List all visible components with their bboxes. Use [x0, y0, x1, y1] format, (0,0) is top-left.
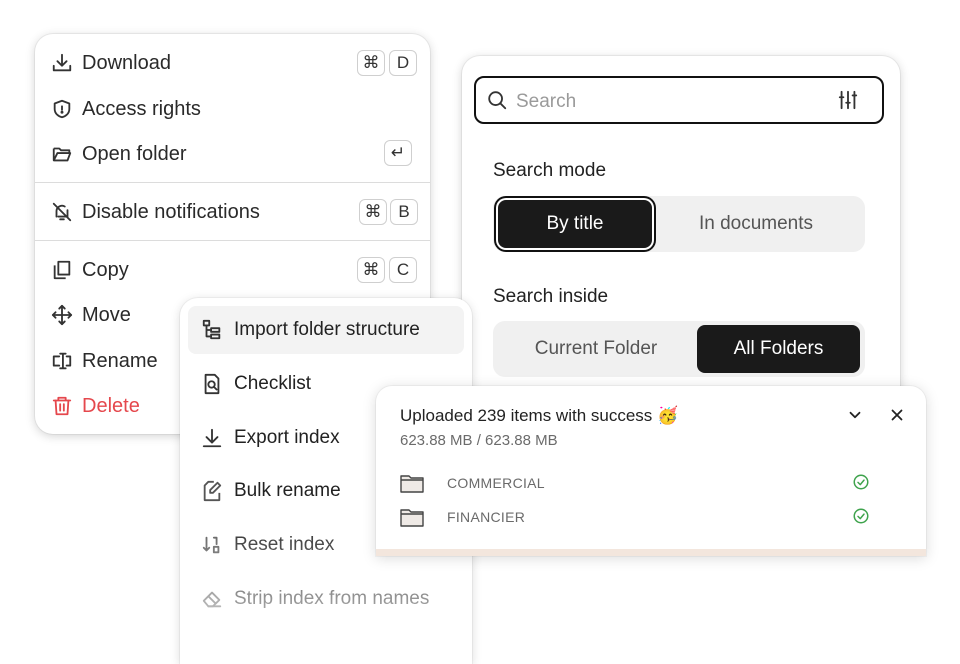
shortcut-enter-key: ↵: [384, 140, 412, 166]
menu-divider: [35, 240, 430, 241]
shortcut-key: D: [389, 50, 417, 76]
menu-divider: [35, 182, 430, 183]
move-icon: [50, 303, 74, 327]
upload-file-row: COMMERCIAL: [400, 469, 870, 499]
menu-item-download[interactable]: Download ⌘ D: [35, 41, 430, 85]
close-icon[interactable]: [888, 406, 906, 424]
inside-all-folders-button[interactable]: All Folders: [697, 325, 860, 373]
menu-item-label: Strip index from names: [234, 588, 430, 609]
mode-by-title-button[interactable]: By title: [498, 200, 652, 248]
menu-item-label: Reset index: [234, 534, 335, 555]
menu-item-label: Delete: [82, 394, 140, 417]
upload-file-name: COMMERCIAL: [447, 475, 545, 491]
eraser-icon: [200, 587, 224, 611]
party-emoji: 🥳: [657, 406, 679, 425]
menu-item-label: Download: [82, 51, 171, 74]
file-edit-icon: [200, 479, 224, 503]
folder-icon: [400, 473, 424, 493]
check-circle-icon: [852, 507, 870, 525]
check-circle-icon: [852, 473, 870, 491]
upload-size: 623.88 MB / 623.88 MB: [400, 432, 558, 449]
shortcut-key: ⌘: [357, 50, 385, 76]
rename-icon: [50, 349, 74, 373]
upload-title-text: Uploaded 239 items with success: [400, 406, 653, 425]
menu-item-label: Bulk rename: [234, 480, 341, 501]
document-search-icon: [200, 372, 224, 396]
folder-open-icon: [50, 142, 74, 166]
download-icon: [50, 51, 74, 75]
copy-icon: [50, 258, 74, 282]
filter-sliders-icon[interactable]: [837, 89, 859, 111]
search-inside-toggle: Current Folder All Folders: [493, 321, 865, 377]
menu-item-label: Export index: [234, 427, 340, 448]
upload-file-name: FINANCIER: [447, 509, 526, 525]
sort-numbers-icon: [200, 533, 224, 557]
trash-icon: [50, 394, 74, 418]
upload-file-row: FINANCIER: [400, 503, 870, 533]
menu-item-access-rights[interactable]: Access rights: [35, 87, 430, 131]
menu-item-open-folder[interactable]: Open folder ↵: [35, 132, 430, 176]
menu-item-label: Checklist: [234, 373, 312, 394]
menu-item-label: Disable notifications: [82, 200, 260, 223]
menu-item-label: Move: [82, 303, 131, 326]
search-panel: Search mode By title In documents Search…: [462, 56, 900, 416]
inside-current-folder-button[interactable]: Current Folder: [501, 325, 691, 373]
upload-toast: Uploaded 239 items with success 🥳 623.88…: [376, 386, 926, 556]
search-box: [474, 76, 884, 124]
search-input[interactable]: [514, 88, 818, 116]
menu-item-disable-notifications[interactable]: Disable notifications ⌘ B: [35, 190, 430, 234]
upload-progress-bar: [376, 549, 926, 556]
menu-item-strip-index[interactable]: Strip index from names: [188, 575, 464, 623]
menu-item-label: Rename: [82, 349, 158, 372]
shortcut-key: ⌘: [359, 199, 387, 225]
upload-title: Uploaded 239 items with success 🥳: [400, 406, 678, 426]
bell-off-icon: [50, 200, 74, 224]
search-icon: [486, 89, 508, 111]
folder-tree-icon: [200, 318, 224, 342]
mode-in-documents-button[interactable]: In documents: [671, 200, 841, 248]
menu-item-label: Import folder structure: [234, 319, 420, 340]
menu-item-copy[interactable]: Copy ⌘ C: [35, 248, 430, 292]
menu-item-label: Copy: [82, 258, 129, 281]
chevron-down-icon[interactable]: [846, 406, 864, 424]
folder-icon: [400, 507, 424, 527]
download-icon: [200, 426, 224, 450]
search-inside-title: Search inside: [493, 286, 609, 307]
shortcut-key: ⌘: [357, 257, 385, 283]
menu-item-import-folder-structure[interactable]: Import folder structure: [188, 306, 464, 354]
shortcut-key: B: [390, 199, 418, 225]
menu-item-label: Access rights: [82, 97, 201, 120]
menu-item-label: Open folder: [82, 142, 187, 165]
shortcut-key: C: [389, 257, 417, 283]
search-mode-toggle: By title In documents: [493, 196, 865, 252]
search-mode-title: Search mode: [493, 160, 607, 181]
shield-icon: [50, 97, 74, 121]
